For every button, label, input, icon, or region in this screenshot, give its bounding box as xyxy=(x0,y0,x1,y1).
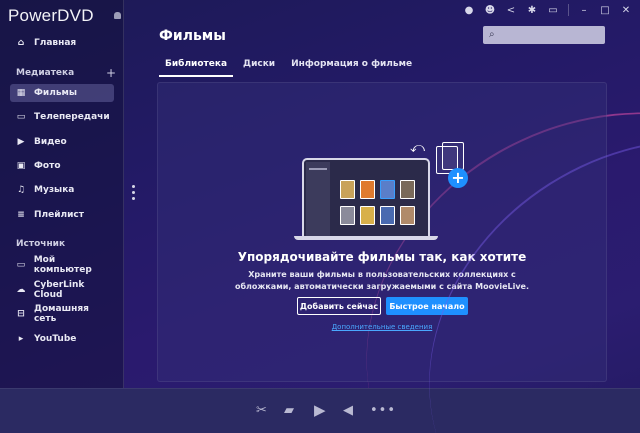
lightbulb-icon[interactable]: ● xyxy=(463,4,475,16)
cloud-icon: ☁ xyxy=(16,285,26,295)
sidebar-item-label: YouTube xyxy=(34,334,77,344)
more-info-link[interactable]: Дополнительные сведения xyxy=(157,323,607,331)
mini-player-icon[interactable]: ▭ xyxy=(547,4,559,16)
empty-state-heading: Упорядочивайте фильмы так, как хотите xyxy=(237,250,527,264)
search-icon: ⌕ xyxy=(489,29,495,40)
sidebar-item-label: CyberLink Cloud xyxy=(33,280,85,300)
maximize-icon[interactable]: □ xyxy=(599,4,611,16)
title-bar-controls: ● ☻ < ✱ ▭ – □ ✕ xyxy=(463,4,632,16)
volume-icon[interactable]: ◀ xyxy=(343,403,353,418)
close-icon[interactable]: ✕ xyxy=(620,4,632,16)
app-logo: PowerDVD xyxy=(8,6,94,25)
player-controls: ✂ ▰ ▶ ◀ ••• xyxy=(0,388,640,433)
network-icon: ⊟ xyxy=(17,309,25,319)
youtube-icon: ▸ xyxy=(18,334,24,344)
description-line: обложками, автоматически загружаемыми с … xyxy=(234,282,530,291)
empty-state-description: Храните ваши фильмы в пользовательских к… xyxy=(157,269,607,293)
user-icon[interactable]: ☻ xyxy=(484,4,496,16)
media-open-icon[interactable]: ▰ xyxy=(284,403,294,418)
minimize-icon[interactable]: – xyxy=(578,4,590,16)
tab-discs[interactable]: Диски xyxy=(237,59,281,77)
sidebar-item-label: Телепередачи xyxy=(34,112,110,122)
page-title: Фильмы xyxy=(159,28,226,44)
video-icon: ▶ xyxy=(17,137,25,147)
playlist-icon: ≡ xyxy=(17,210,25,220)
music-icon: ♫ xyxy=(16,185,26,195)
sidebar-item-cyberlink-cloud[interactable]: ☁ CyberLink Cloud xyxy=(10,280,114,300)
sidebar-item-playlist[interactable]: ≡ Плейлист xyxy=(10,206,114,224)
divider xyxy=(568,4,569,16)
sidebar-item-video[interactable]: ▶ Видео xyxy=(10,133,114,151)
computer-icon: ▭ xyxy=(16,260,26,270)
photo-icon: ▣ xyxy=(16,161,26,171)
sidebar-item-home[interactable]: ⌂ Главная xyxy=(10,34,114,52)
quick-start-button[interactable]: Быстрое начало xyxy=(386,297,468,315)
film-icon: ▦ xyxy=(16,88,26,98)
laptop-icon xyxy=(302,158,430,238)
search-input[interactable] xyxy=(483,26,605,44)
share-icon[interactable]: < xyxy=(505,4,517,16)
play-icon[interactable]: ▶ xyxy=(314,401,326,419)
tab-movie-info[interactable]: Информация о фильме xyxy=(285,59,418,77)
section-label-library: Медиатека xyxy=(16,68,75,78)
more-options-icon[interactable]: ••• xyxy=(370,403,396,418)
empty-state-illustration: ⤺ + xyxy=(292,140,478,240)
curved-arrow-icon: ⤺ xyxy=(410,140,425,156)
sidebar-item-home-network[interactable]: ⊟ Домашняя сеть xyxy=(10,304,114,324)
scissors-icon[interactable]: ✂ xyxy=(256,403,267,418)
sidebar-item-photo[interactable]: ▣ Фото xyxy=(10,157,114,175)
tab-bar: Библиотека Диски Информация о фильме xyxy=(159,59,422,77)
sidebar-item-movies[interactable]: ▦ Фильмы xyxy=(10,84,114,102)
sidebar-item-label: Фильмы xyxy=(34,88,78,98)
sidebar-item-label: Видео xyxy=(34,137,67,147)
app-window: PowerDVD ⌂ Главная Медиатека + ▦ Фильмы … xyxy=(0,0,640,433)
sidebar-item-label: Музыка xyxy=(34,185,75,195)
sidebar-item-label: Мой компьютер xyxy=(33,255,92,275)
sidebar-item-my-computer[interactable]: ▭ Мой компьютер xyxy=(10,255,114,275)
tv-icon: ▭ xyxy=(16,112,26,122)
sidebar-item-tv[interactable]: ▭ Телепередачи xyxy=(10,108,114,126)
sidebar-item-music[interactable]: ♫ Музыка xyxy=(10,181,114,199)
sidebar-item-label: Домашняя сеть xyxy=(33,304,89,324)
sidebar-resize-handle[interactable] xyxy=(132,185,135,200)
sidebar-item-label: Фото xyxy=(34,161,61,171)
description-line: Храните ваши фильмы в пользовательских к… xyxy=(248,270,516,279)
sidebar-item-youtube[interactable]: ▸ YouTube xyxy=(10,330,114,348)
sidebar-item-label: Главная xyxy=(34,38,77,48)
sidebar: PowerDVD ⌂ Главная Медиатека + ▦ Фильмы … xyxy=(0,0,124,388)
add-now-button[interactable]: Добавить сейчас xyxy=(297,297,381,315)
gear-icon[interactable]: ✱ xyxy=(526,4,538,16)
add-icon[interactable]: + xyxy=(106,66,116,80)
section-label-source: Источник xyxy=(16,239,66,249)
laptop-base xyxy=(294,236,438,240)
add-circle-icon: + xyxy=(448,168,468,188)
home-icon: ⌂ xyxy=(17,38,25,48)
tab-library[interactable]: Библиотека xyxy=(159,59,234,77)
notification-icon[interactable] xyxy=(114,12,121,19)
sidebar-item-label: Плейлист xyxy=(34,210,84,220)
